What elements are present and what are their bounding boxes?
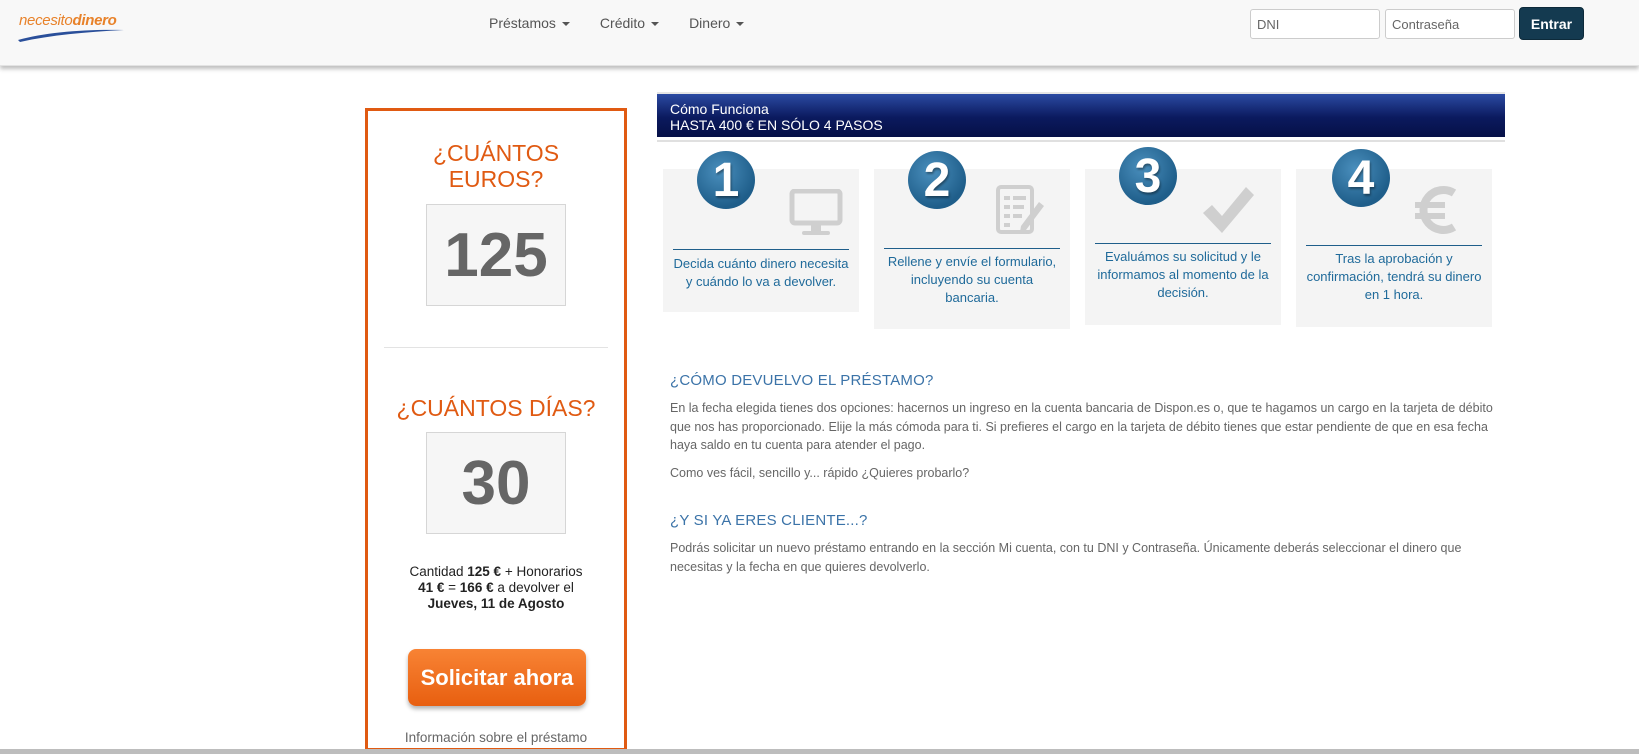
amount-heading: ¿CUÁNTOS EUROS? — [432, 140, 560, 192]
faq-title-repay: ¿CÓMO DEVUELVO EL PRÉSTAMO? — [670, 372, 934, 389]
faq-paragraph: Podrás solicitar un nuevo préstamo entra… — [670, 541, 1462, 574]
step-card-2: 2 Rellene y envíe el formulario, incluye… — [874, 151, 1070, 329]
apply-now-button[interactable]: Solicitar ahora — [408, 649, 586, 706]
step-card-1: 1 Decida cuánto dinero necesita y cuándo… — [663, 151, 859, 312]
step-text-1: Decida cuánto dinero necesita y cuándo l… — [673, 256, 849, 289]
site-logo[interactable]: necesitodinero — [16, 12, 126, 42]
faq-paragraph: Como ves fácil, sencillo y... rápido ¿Qu… — [670, 466, 970, 480]
main-menu: Préstamos Crédito Dinero — [474, 14, 759, 32]
caret-down-icon — [561, 22, 570, 27]
step-number-1: 1 — [697, 151, 755, 209]
menu-dinero[interactable]: Dinero — [674, 14, 759, 32]
loan-summary: Cantidad 125 € + Honorarios 41 € = 166 €… — [409, 564, 583, 611]
step-number-3: 3 — [1119, 147, 1177, 205]
calculator-divider — [384, 347, 608, 348]
step-divider — [884, 248, 1060, 249]
window-bottom-border — [0, 749, 1639, 754]
amount-value[interactable]: 125 — [426, 204, 566, 306]
loan-info-link[interactable]: Información sobre el préstamo — [368, 730, 624, 745]
step-number-4: 4 — [1332, 149, 1390, 207]
caret-down-icon — [736, 22, 745, 27]
caret-down-icon — [651, 22, 660, 27]
logo-swoosh-icon — [18, 29, 124, 42]
loan-calculator: ¿CUÁNTOS EUROS? 125 ¿CUÁNTOS DÍAS? 30 Ca… — [365, 108, 627, 751]
how-it-works-banner: Cómo Funciona HASTA 400 € EN SÓLO 4 PASO… — [657, 92, 1505, 142]
checkmark-icon — [1203, 187, 1254, 233]
login-button[interactable]: Entrar — [1519, 7, 1584, 40]
days-heading: ¿CUÁNTOS DÍAS? — [396, 395, 596, 421]
step-text-2: Rellene y envíe el formulario, incluyend… — [887, 254, 1057, 305]
password-input[interactable] — [1385, 9, 1515, 39]
euro-icon — [1415, 186, 1457, 234]
step-card-3: 3 Evaluámos su solicitud y le informamos… — [1085, 147, 1281, 325]
menu-credito[interactable]: Crédito — [585, 14, 674, 32]
step-number-2: 2 — [908, 151, 966, 209]
days-value[interactable]: 30 — [426, 432, 566, 534]
dni-input[interactable] — [1250, 9, 1380, 39]
menu-prestamos[interactable]: Préstamos — [474, 14, 585, 32]
step-divider — [1095, 243, 1271, 244]
faq-paragraph: En la fecha elegida tienes dos opciones:… — [670, 401, 1493, 452]
step-text-4: Tras la aprobación y confirmación, tendr… — [1306, 251, 1482, 302]
step-text-3: Evaluámos su solicitud y le informamos a… — [1097, 249, 1269, 300]
faq-title-client: ¿Y SI YA ERES CLIENTE...? — [670, 512, 868, 529]
form-icon — [996, 185, 1044, 234]
monitor-icon — [789, 189, 843, 235]
top-navbar: necesitodinero Préstamos Crédito Dinero … — [0, 0, 1639, 66]
how-it-works-subtitle: HASTA 400 € EN SÓLO 4 PASOS — [670, 117, 883, 133]
step-card-4: 4 Tras la aprobación y confirmación, ten… — [1296, 149, 1492, 327]
step-divider — [673, 249, 849, 250]
how-it-works-title: Cómo Funciona — [670, 101, 769, 117]
step-divider — [1306, 245, 1482, 246]
